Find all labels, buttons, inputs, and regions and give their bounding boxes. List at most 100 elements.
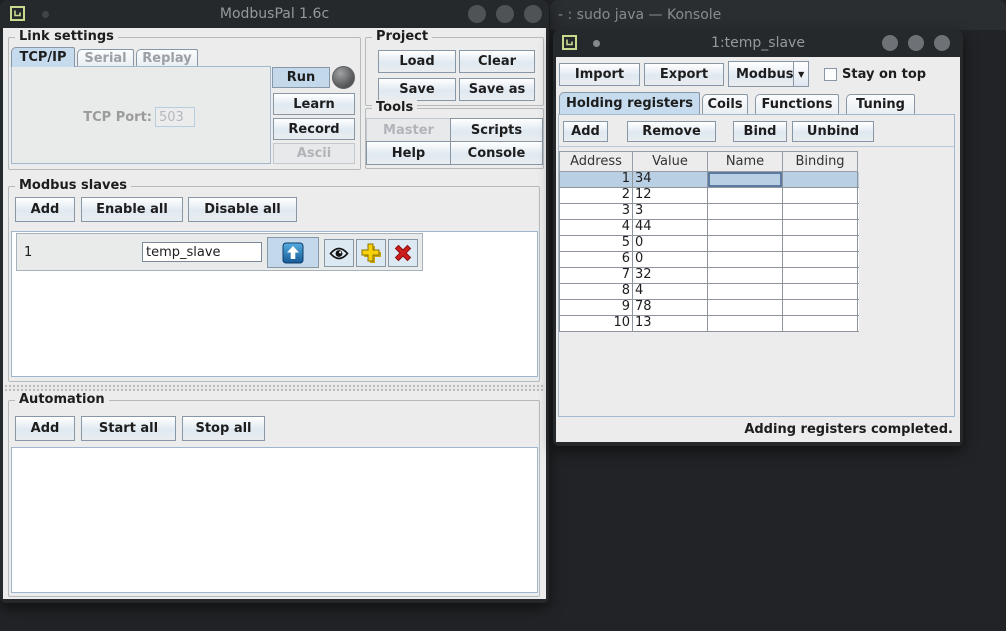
register-address-cell[interactable]: 3 <box>559 204 633 219</box>
register-add-button[interactable]: Add <box>563 121 608 142</box>
column-header-name[interactable]: Name <box>708 151 783 172</box>
register-address-cell[interactable]: 9 <box>559 300 633 315</box>
register-value-cell[interactable]: 32 <box>633 268 708 283</box>
register-value-cell[interactable]: 78 <box>633 300 708 315</box>
register-name-cell[interactable] <box>708 268 783 283</box>
konsole-window-titlebar[interactable]: - : sudo java — Konsole <box>550 0 1006 30</box>
dropdown-arrow-icon[interactable]: ▼ <box>793 62 808 86</box>
register-row[interactable]: 4 44 <box>559 220 859 236</box>
register-binding-cell[interactable] <box>783 284 858 299</box>
register-value-cell[interactable]: 4 <box>633 284 708 299</box>
register-unbind-button[interactable]: Unbind <box>792 121 874 142</box>
register-row[interactable]: 10 13 <box>559 316 859 332</box>
stop-all-button[interactable]: Stop all <box>182 416 265 441</box>
register-remove-button[interactable]: Remove <box>627 121 716 142</box>
slaves-add-button[interactable]: Add <box>15 197 75 222</box>
register-value-cell[interactable]: 13 <box>633 316 708 331</box>
register-row[interactable]: 1 34 <box>559 172 859 188</box>
import-button[interactable]: Import <box>559 63 640 86</box>
register-row[interactable]: 7 32 <box>559 268 859 284</box>
window-close-button[interactable] <box>524 5 542 23</box>
slave-add-register-button[interactable] <box>356 239 386 267</box>
tcp-port-field[interactable] <box>155 107 195 127</box>
register-name-cell[interactable] <box>708 188 783 203</box>
register-address-cell[interactable]: 8 <box>559 284 633 299</box>
register-value-cell[interactable]: 12 <box>633 188 708 203</box>
register-address-cell[interactable]: 4 <box>559 220 633 235</box>
run-button[interactable]: Run <box>272 67 330 88</box>
register-name-cell[interactable] <box>708 236 783 251</box>
slave-delete-button[interactable] <box>388 239 418 267</box>
slave-enable-toggle-button[interactable] <box>267 237 319 268</box>
register-address-cell[interactable]: 7 <box>559 268 633 283</box>
register-name-cell[interactable] <box>708 172 783 187</box>
column-header-binding[interactable]: Binding <box>783 151 858 172</box>
window-minimize-button[interactable] <box>882 35 898 51</box>
save-button[interactable]: Save <box>378 78 456 101</box>
register-row[interactable]: 8 4 <box>559 284 859 300</box>
register-binding-cell[interactable] <box>783 204 858 219</box>
load-button[interactable]: Load <box>378 50 456 73</box>
register-name-cell[interactable] <box>708 300 783 315</box>
window-close-button[interactable] <box>934 35 950 51</box>
register-address-cell[interactable]: 5 <box>559 236 633 251</box>
window-maximize-button[interactable] <box>496 5 514 23</box>
register-row[interactable]: 5 0 <box>559 236 859 252</box>
splitter-handle[interactable] <box>4 384 545 391</box>
tab-coils[interactable]: Coils <box>702 94 748 114</box>
record-button[interactable]: Record <box>273 118 355 140</box>
register-binding-cell[interactable] <box>783 268 858 283</box>
register-value-cell[interactable]: 3 <box>633 204 708 219</box>
enable-all-button[interactable]: Enable all <box>81 197 183 222</box>
window-minimize-button[interactable] <box>468 5 486 23</box>
register-row[interactable]: 2 12 <box>559 188 859 204</box>
register-value-cell[interactable]: 0 <box>633 252 708 267</box>
automation-add-button[interactable]: Add <box>15 416 75 441</box>
register-address-cell[interactable]: 10 <box>559 316 633 331</box>
tab-holding-registers[interactable]: Holding registers <box>559 92 700 114</box>
scripts-button[interactable]: Scripts <box>450 118 543 142</box>
register-address-cell[interactable]: 6 <box>559 252 633 267</box>
window-maximize-button[interactable] <box>908 35 924 51</box>
register-row[interactable]: 9 78 <box>559 300 859 316</box>
register-binding-cell[interactable] <box>783 172 858 187</box>
save-as-button[interactable]: Save as <box>459 78 535 101</box>
register-address-cell[interactable]: 2 <box>559 188 633 203</box>
register-name-cell[interactable] <box>708 220 783 235</box>
register-address-cell[interactable]: 1 <box>559 172 633 187</box>
slave-eye-button[interactable] <box>324 239 354 267</box>
modbus-mode-dropdown[interactable]: Modbus ▼ <box>728 61 809 87</box>
tab-serial[interactable]: Serial <box>77 49 134 67</box>
start-all-button[interactable]: Start all <box>81 416 176 441</box>
modbuspal-titlebar[interactable]: ModbusPal 1.6c <box>0 0 549 28</box>
temp-slave-titlebar[interactable]: 1:temp_slave <box>553 29 963 57</box>
register-binding-cell[interactable] <box>783 300 858 315</box>
register-bind-button[interactable]: Bind <box>733 121 787 142</box>
register-binding-cell[interactable] <box>783 252 858 267</box>
slave-name-field[interactable] <box>142 242 262 262</box>
tab-tcpip[interactable]: TCP/IP <box>11 47 75 67</box>
tab-tuning[interactable]: Tuning <box>846 94 915 114</box>
help-button[interactable]: Help <box>366 141 451 165</box>
register-name-cell[interactable] <box>708 204 783 219</box>
register-name-cell[interactable] <box>708 252 783 267</box>
tab-functions[interactable]: Functions <box>755 94 839 114</box>
register-binding-cell[interactable] <box>783 188 858 203</box>
register-value-cell[interactable]: 34 <box>633 172 708 187</box>
console-button[interactable]: Console <box>450 141 543 165</box>
learn-button[interactable]: Learn <box>273 93 355 115</box>
register-row[interactable]: 6 0 <box>559 252 859 268</box>
disable-all-button[interactable]: Disable all <box>188 197 297 222</box>
register-binding-cell[interactable] <box>783 220 858 235</box>
register-binding-cell[interactable] <box>783 236 858 251</box>
column-header-value[interactable]: Value <box>633 151 708 172</box>
register-value-cell[interactable]: 0 <box>633 236 708 251</box>
export-button[interactable]: Export <box>644 63 724 86</box>
register-name-cell[interactable] <box>708 316 783 331</box>
register-value-cell[interactable]: 44 <box>633 220 708 235</box>
tab-replay[interactable]: Replay <box>136 49 198 67</box>
register-binding-cell[interactable] <box>783 316 858 331</box>
stay-on-top-checkbox[interactable] <box>824 68 837 81</box>
register-row[interactable]: 3 3 <box>559 204 859 220</box>
clear-button[interactable]: Clear <box>459 50 535 73</box>
